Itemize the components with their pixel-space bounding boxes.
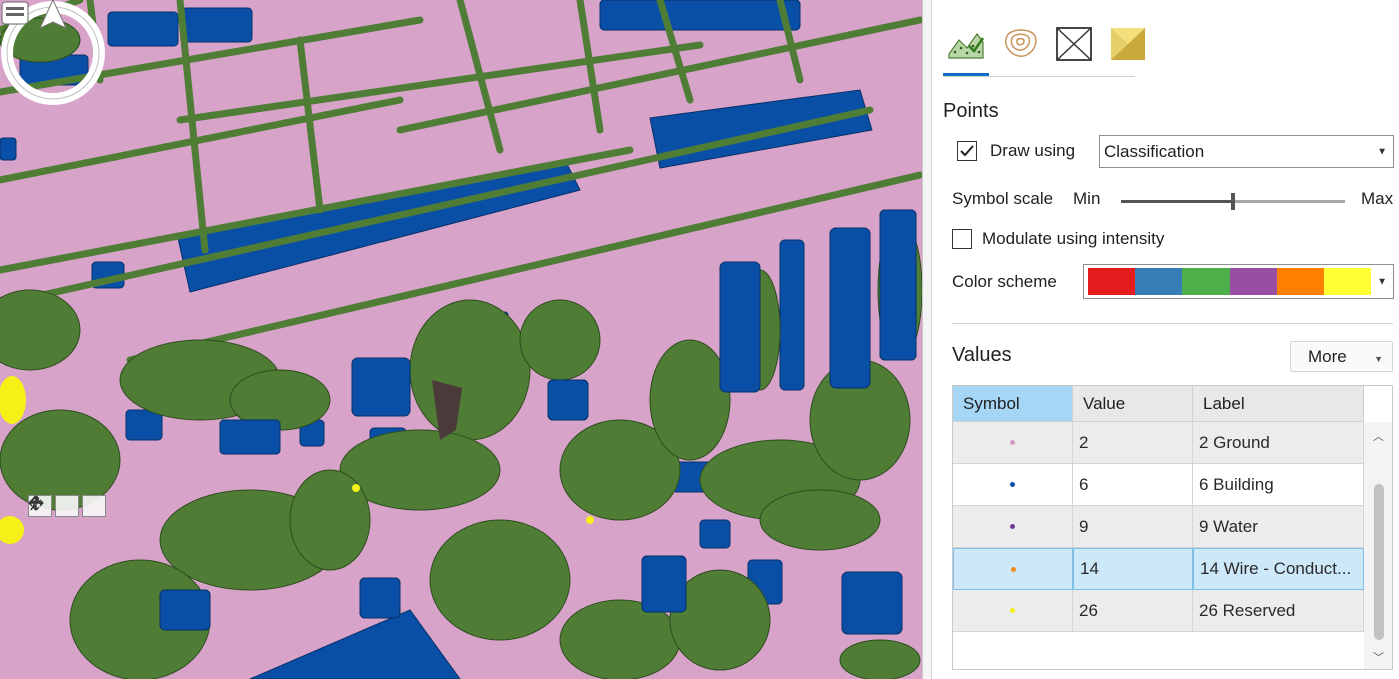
scroll-down-icon[interactable]: ﹀ — [1373, 649, 1384, 665]
tab-underline — [943, 76, 1135, 77]
symbol-cell[interactable] — [953, 464, 1073, 506]
draw-using-row: Draw using — [957, 141, 1075, 161]
value-cell[interactable]: 9 — [1073, 506, 1193, 548]
vertical-scrollbar[interactable]: ︿ ﹀ — [1364, 422, 1392, 669]
tab-appearance[interactable] — [1105, 22, 1151, 76]
symbol-cell[interactable] — [953, 506, 1073, 548]
point-symbol-icon — [1010, 566, 1016, 572]
value-cell[interactable]: 26 — [1073, 590, 1193, 632]
points-section-title: Points — [943, 100, 999, 122]
symbol-cell[interactable] — [953, 590, 1073, 632]
table-row[interactable]: 14 14 Wire - Conduct... — [953, 548, 1364, 590]
table-row[interactable]: 26 26 Reserved — [953, 590, 1364, 632]
tab-symbology[interactable] — [943, 22, 989, 76]
values-table: Symbol Value Label 22 Ground 6 6 Building 9… — [952, 385, 1393, 670]
draw-using-dropdown[interactable]: Classification ▼ — [1099, 135, 1394, 168]
symbol-scale-slider[interactable] — [1121, 193, 1345, 210]
value-cell[interactable]: 6 — [1073, 464, 1193, 506]
map-overview-icon[interactable] — [0, 0, 30, 26]
color-swatch — [1088, 268, 1136, 295]
modulate-label: Modulate using intensity — [982, 229, 1165, 248]
chevron-down-icon: ▼ — [1377, 276, 1387, 287]
tab-filter[interactable] — [1051, 22, 1097, 76]
point-symbol-icon — [1010, 608, 1015, 613]
modulate-checkbox[interactable] — [952, 229, 972, 249]
scroll-up-icon[interactable]: ︿ — [1373, 428, 1384, 444]
scrollbar-thumb[interactable] — [1374, 484, 1384, 640]
table-row[interactable]: 99 Water — [953, 506, 1364, 548]
symbol-scale-max-label: Max — [1361, 189, 1394, 208]
navigation-tools — [28, 495, 106, 517]
symbol-scale-label: Symbol scale — [952, 189, 1054, 208]
color-swatch — [1323, 268, 1372, 295]
color-scheme-label: Color scheme — [952, 272, 1057, 291]
table-header: Symbol Value Label — [953, 386, 1364, 422]
point-symbol-icon — [1010, 482, 1015, 487]
envelope-icon — [1056, 27, 1092, 61]
column-header-symbol[interactable]: Symbol — [953, 386, 1073, 422]
table-row[interactable]: 22 Ground — [953, 422, 1364, 464]
value-cell[interactable]: 14 — [1073, 548, 1193, 590]
value-cell[interactable]: 2 — [1073, 422, 1193, 464]
point-cloud-layer — [0, 0, 922, 679]
more-button[interactable]: More ▼ — [1290, 341, 1393, 372]
draw-using-checkbox[interactable] — [957, 141, 977, 161]
symbol-scale-min-label: Min — [1073, 189, 1101, 208]
walk-icon[interactable] — [30, 495, 106, 517]
color-swatch — [1276, 268, 1324, 295]
panel-resize-edge[interactable] — [923, 0, 932, 679]
table-row[interactable]: 66 Building — [953, 464, 1364, 506]
label-cell[interactable]: 9 Water — [1193, 506, 1364, 548]
column-header-label[interactable]: Label — [1193, 386, 1364, 422]
point-symbol-icon — [1010, 440, 1015, 445]
symbol-cell[interactable] — [953, 548, 1073, 590]
more-label: More — [1308, 346, 1347, 366]
color-scheme-dropdown[interactable]: ▼ — [1083, 264, 1394, 299]
chevron-down-icon: ▼ — [1377, 146, 1387, 157]
color-swatch — [1135, 268, 1183, 295]
chevron-down-icon: ▼ — [1374, 354, 1383, 364]
symbology-panel: Points Draw using Classification ▼ Symbo… — [922, 0, 1399, 679]
tab-elevation[interactable] — [997, 22, 1043, 76]
slider-thumb[interactable] — [1231, 193, 1235, 210]
label-cell[interactable]: 14 Wire - Conduct... — [1193, 548, 1364, 590]
values-section-title: Values — [952, 344, 1012, 366]
symbol-cell[interactable] — [953, 422, 1073, 464]
map-view[interactable] — [0, 0, 922, 679]
color-scheme-ramp — [1088, 268, 1372, 295]
symbology-tabs — [943, 22, 1151, 76]
color-swatch — [1229, 268, 1277, 295]
point-symbol-icon — [1010, 524, 1015, 529]
label-cell[interactable]: 6 Building — [1193, 464, 1364, 506]
full-extent-icon[interactable] — [28, 495, 79, 517]
modulate-row: Modulate using intensity — [952, 229, 1164, 249]
points-symbology-icon — [948, 32, 985, 59]
column-header-value[interactable]: Value — [1073, 386, 1193, 422]
table-body: 22 Ground 6 6 Building 9 9 Water 14 14 Wire - … — [953, 422, 1364, 632]
label-cell[interactable]: 2 Ground — [1193, 422, 1364, 464]
surface-icon — [1111, 28, 1145, 60]
section-divider — [952, 323, 1393, 324]
checkmark-icon — [960, 145, 974, 157]
label-cell[interactable]: 26 Reserved — [1193, 590, 1364, 632]
contour-icon — [1005, 29, 1037, 57]
slider-fill — [1121, 200, 1233, 203]
draw-using-label: Draw using — [990, 141, 1076, 160]
color-swatch — [1182, 268, 1230, 295]
draw-using-value: Classification — [1104, 141, 1205, 161]
